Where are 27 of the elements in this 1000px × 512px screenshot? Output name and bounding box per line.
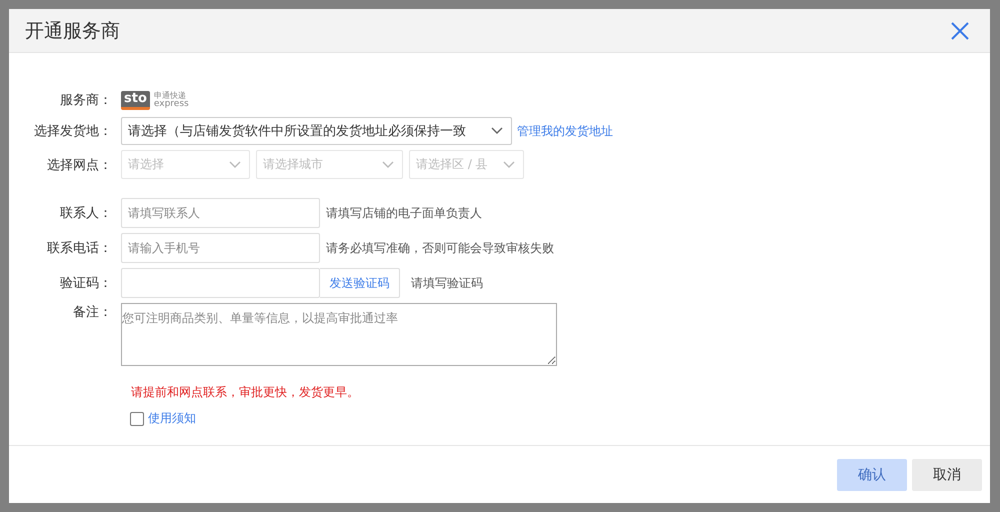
field-hint: 请务必填写准确，否则可能会导致审核失败: [326, 240, 554, 256]
address-select[interactable]: 请选择（与店铺发货软件中所设置的发货地址必须保持一致: [121, 117, 512, 145]
cancel-button[interactable]: 取消: [912, 458, 982, 490]
field-label: 选择发货地：: [33, 123, 113, 140]
chevron-icon: [503, 160, 515, 168]
remark-field[interactable]: 您可注明商品类别、单量等信息，以提高审批通过率: [121, 303, 557, 366]
manage-address-link[interactable]: 管理我的发货地址: [517, 122, 613, 140]
field-hint: 请填写验证码: [411, 274, 483, 292]
chevron-icon: [382, 160, 394, 168]
chevron-icon: [491, 127, 503, 135]
field-label: 选择网点：: [46, 156, 113, 174]
field-label: 联系人：: [59, 205, 113, 222]
field-label: 服务商：: [59, 92, 113, 109]
input-field[interactable]: 请填写联系人: [121, 198, 320, 228]
input-field[interactable]: 请输入手机号: [121, 233, 320, 263]
field-label: 验证码：: [59, 275, 113, 292]
terms-link[interactable]: 使用须知: [148, 410, 196, 427]
warning-text: 请提前和网点联系，审批更快，发货更早。: [131, 384, 360, 401]
chevron-icon: [229, 160, 241, 168]
field-hint: 请填写店铺的电子面单负责人: [326, 204, 482, 222]
field-label: 备注：: [72, 304, 113, 321]
code-input-field[interactable]: [121, 268, 320, 298]
dialog-title: 开通服务商: [25, 18, 120, 44]
close-icon[interactable]: [950, 20, 970, 40]
send-code-button[interactable]: 发送验证码: [320, 268, 400, 298]
agreement-checkbox[interactable]: [130, 412, 144, 426]
field-label: 联系电话：: [46, 240, 113, 257]
